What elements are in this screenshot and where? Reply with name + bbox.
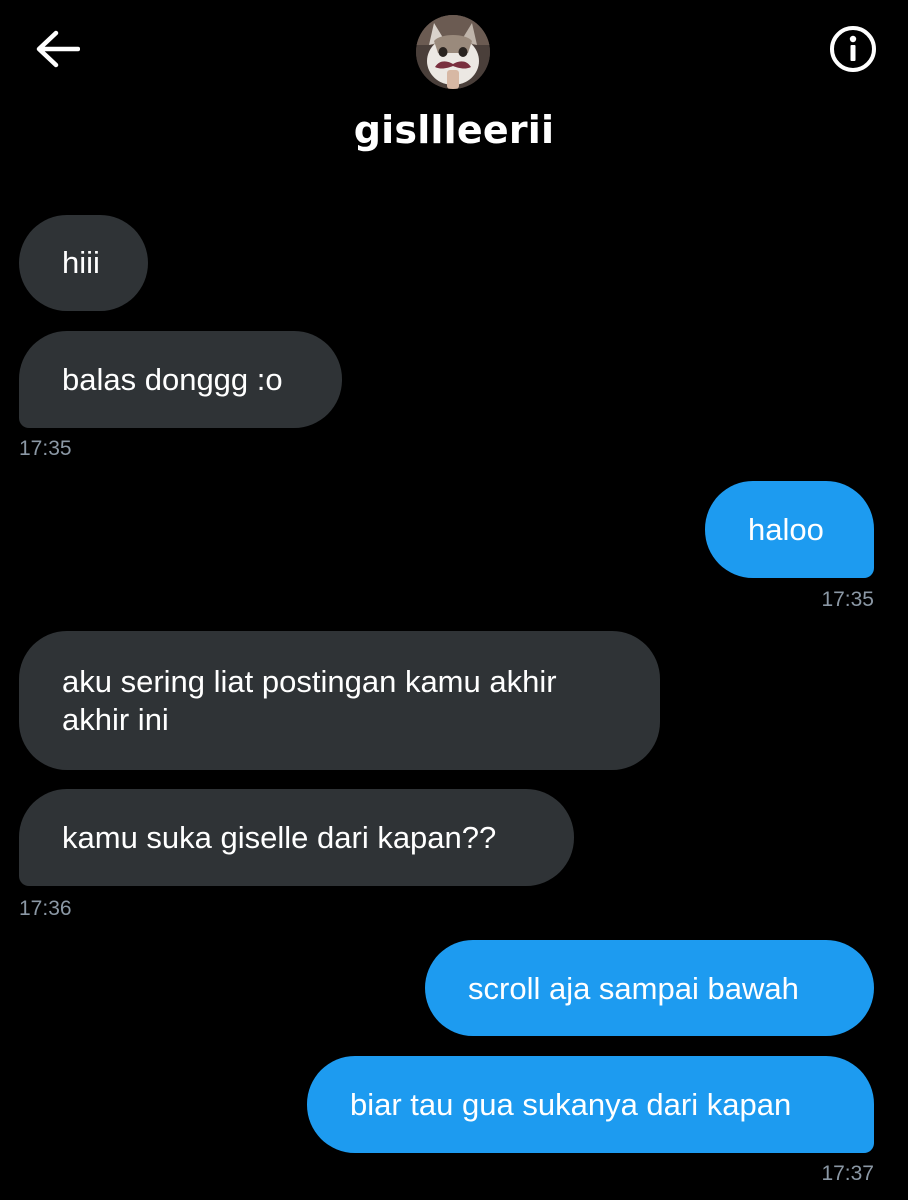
message-text: scroll aja sampai bawah — [468, 971, 799, 1006]
message-text: kamu suka giselle dari kapan?? — [62, 820, 497, 855]
message-bubble-received[interactable]: balas donggg :o — [19, 331, 342, 428]
message-text: hiii — [62, 245, 100, 280]
info-button[interactable] — [826, 22, 880, 76]
info-circle-icon — [830, 26, 876, 72]
conversation-username[interactable]: gisllleerii — [0, 108, 908, 152]
message-bubble-sent[interactable]: haloo — [705, 481, 874, 578]
dm-conversation-screen: gisllleerii hiii balas donggg :o 17:35 h… — [0, 0, 908, 1200]
message-text: biar tau gua sukanya dari kapan — [350, 1087, 792, 1122]
message-bubble-sent[interactable]: biar tau gua sukanya dari kapan — [307, 1056, 874, 1153]
message-text: haloo — [748, 512, 824, 547]
message-timestamp: 17:37 — [821, 1162, 874, 1185]
message-bubble-received[interactable]: hiii — [19, 215, 148, 311]
arrow-left-icon — [36, 30, 80, 68]
back-button[interactable] — [30, 22, 84, 76]
message-timestamp: 17:35 — [821, 588, 874, 611]
message-bubble-received[interactable]: aku sering liat postingan kamu akhir akh… — [19, 631, 660, 770]
message-text: aku sering liat postingan kamu akhir akh… — [62, 664, 557, 737]
avatar[interactable] — [416, 15, 490, 89]
message-text: balas donggg :o — [62, 362, 283, 397]
message-timestamp: 17:36 — [19, 897, 72, 920]
message-bubble-received[interactable]: kamu suka giselle dari kapan?? — [19, 789, 574, 886]
message-timestamp: 17:35 — [19, 437, 72, 460]
cat-mustache-avatar — [416, 15, 490, 89]
conversation-header: gisllleerii — [0, 0, 908, 170]
message-bubble-sent[interactable]: scroll aja sampai bawah — [425, 940, 874, 1036]
